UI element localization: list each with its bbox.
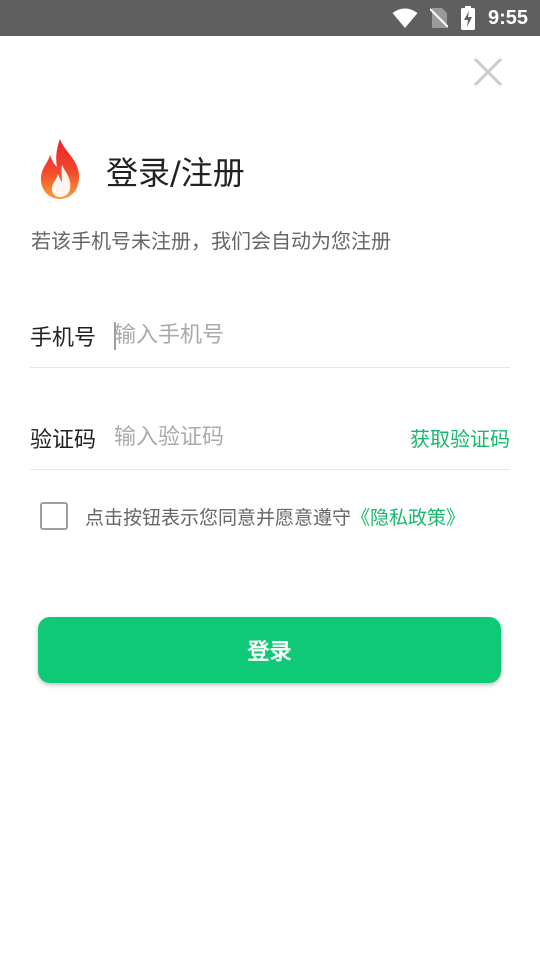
close-icon xyxy=(473,57,503,87)
login-button[interactable]: 登录 xyxy=(38,617,501,683)
agreement-checkbox[interactable] xyxy=(40,502,68,530)
agreement-text: 点击按钮表示您同意并愿意遵守 xyxy=(85,506,352,529)
phone-input[interactable] xyxy=(114,315,510,356)
status-bar: 9:55 xyxy=(0,0,540,36)
flame-logo xyxy=(36,137,84,201)
phone-field-row: 手机号 xyxy=(30,304,510,368)
phone-label: 手机号 xyxy=(30,325,97,351)
close-button[interactable] xyxy=(470,54,506,90)
code-label: 验证码 xyxy=(30,427,97,453)
wifi-icon xyxy=(392,7,418,29)
code-input[interactable] xyxy=(114,417,410,458)
page-subtitle: 若该手机号未注册，我们会自动为您注册 xyxy=(31,229,391,253)
page-title: 登录/注册 xyxy=(106,154,245,192)
get-code-button[interactable]: 获取验证码 xyxy=(410,423,510,452)
no-sim-icon xyxy=(429,7,448,29)
code-field-row: 验证码 获取验证码 xyxy=(30,406,510,470)
status-time: 9:55 xyxy=(487,6,528,29)
privacy-policy-link[interactable]: 《隐私政策》 xyxy=(351,503,465,530)
agreement-row: 点击按钮表示您同意并愿意遵守 《隐私政策》 xyxy=(40,502,465,530)
battery-charging-icon xyxy=(460,6,476,30)
